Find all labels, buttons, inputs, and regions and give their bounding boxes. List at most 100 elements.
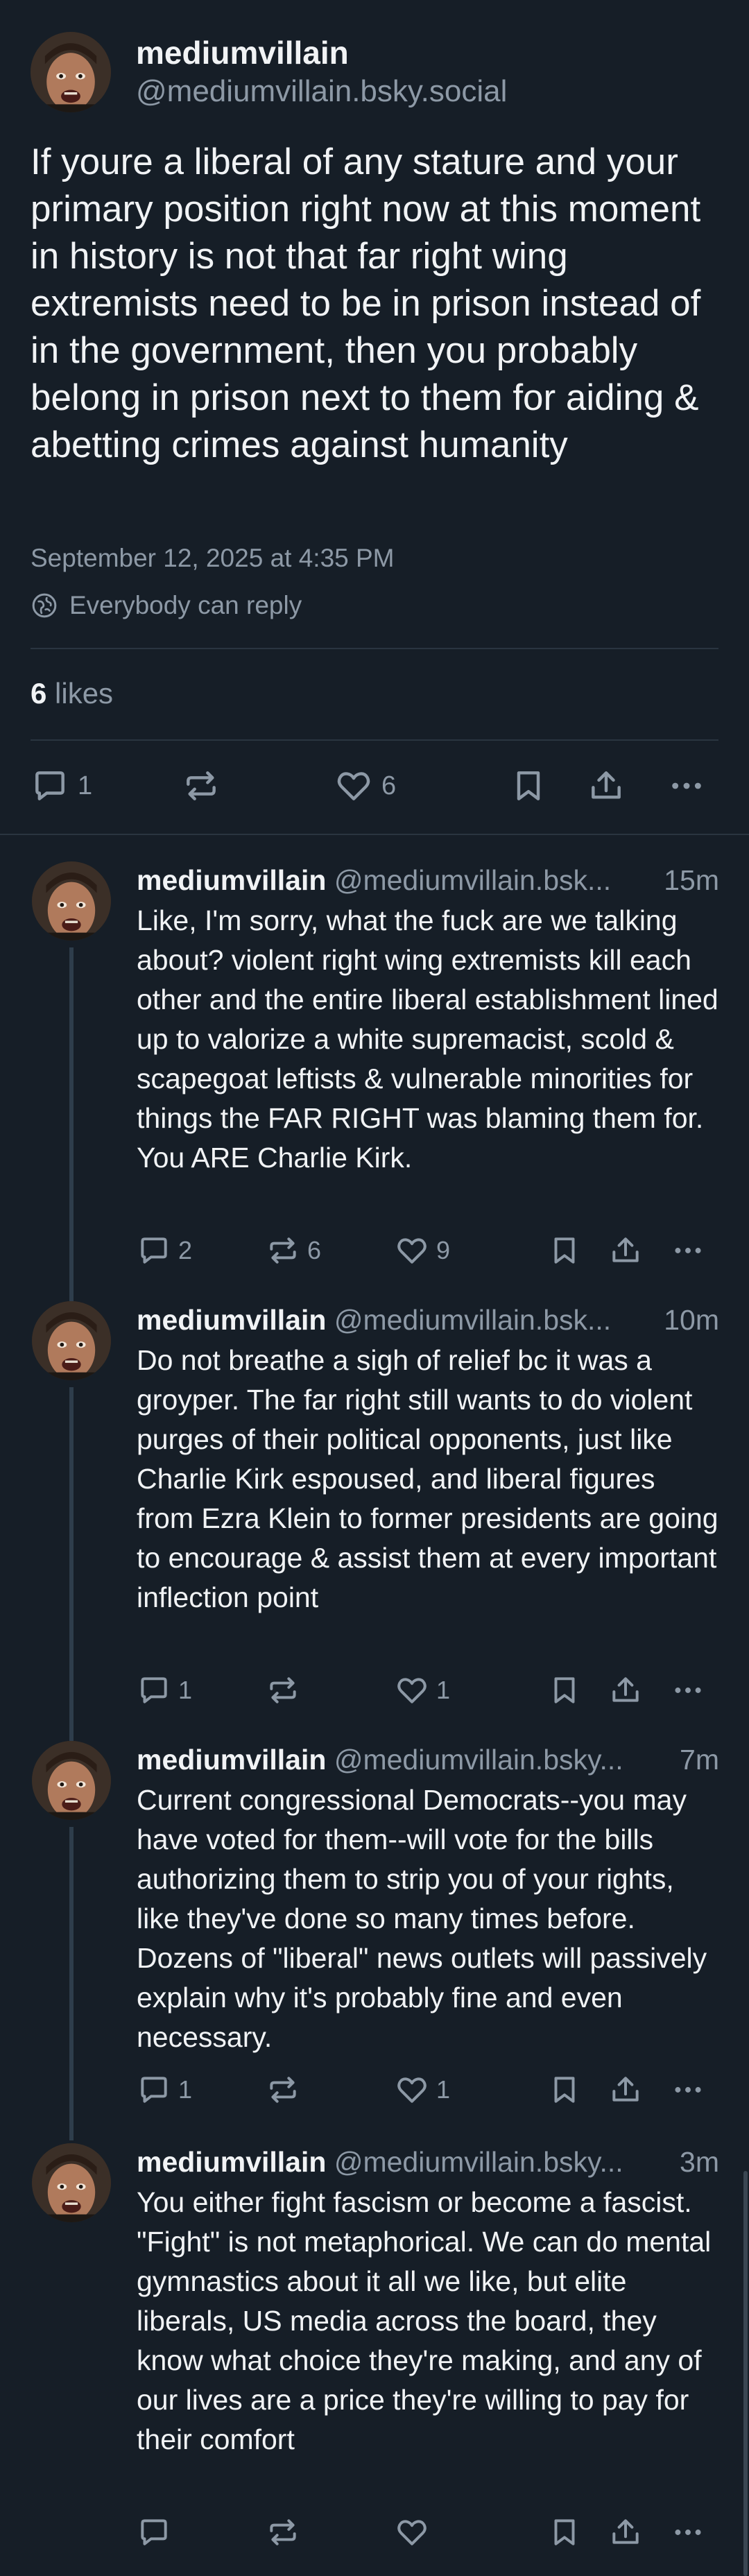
like-count: 6 [381, 771, 397, 800]
scrollbar-thumb[interactable] [743, 2171, 748, 2576]
post-actions: 1 1 [137, 2072, 719, 2109]
repost-arrows-icon [270, 1677, 296, 1703]
bookmark-button[interactable] [547, 1233, 582, 1268]
reply-header: mediumvillain @mediumvillain.bsky... 3m [137, 2143, 719, 2181]
heart-icon [397, 2077, 427, 2103]
more-options-button[interactable] [671, 1673, 705, 1708]
repost-button[interactable]: 6 [266, 1233, 321, 1268]
more-options-button[interactable] [671, 2515, 705, 2550]
post-text: Do not breathe a sigh of relief bc it wa… [137, 1344, 718, 1613]
reply-header: mediumvillain @mediumvillain.bsky... 7m [137, 1741, 719, 1778]
reply-button[interactable] [137, 2515, 178, 2550]
post-text: Like, I'm sorry, what the fuck are we ta… [137, 904, 718, 1174]
thread-line [69, 1387, 74, 1741]
share-button[interactable] [587, 766, 626, 805]
post-time[interactable]: 3m [675, 2143, 719, 2181]
share-button[interactable] [608, 2072, 643, 2107]
likes-count-link[interactable]: 6 likes [31, 677, 113, 710]
like-button[interactable] [395, 2515, 436, 2550]
thread-view: mediumvillain @mediumvillain.bsky.social… [0, 0, 749, 2576]
post-time[interactable]: 7m [675, 1741, 719, 1778]
bookmark-button[interactable] [509, 766, 548, 805]
reply-button[interactable]: 2 [137, 1233, 192, 1268]
handle[interactable]: @mediumvillain.bsk... [334, 1304, 611, 1336]
display-name[interactable]: mediumvillain [137, 1744, 326, 1776]
globe-icon [32, 593, 57, 618]
post-actions: 1 6 [31, 766, 718, 811]
handle[interactable]: @mediumvillain.bsky... [334, 1744, 623, 1776]
speech-bubble-icon [35, 771, 64, 800]
heart-icon [337, 772, 370, 800]
share-button[interactable] [608, 2515, 643, 2550]
post-text: You either fight fascism or become a fas… [137, 2186, 712, 2455]
avatar[interactable] [32, 861, 111, 941]
like-button[interactable]: 1 [395, 1673, 450, 1708]
avatar-image [32, 1301, 111, 1380]
bookmark-icon [554, 1237, 575, 1264]
more-options-button[interactable] [667, 766, 706, 805]
speech-bubble-icon [141, 2077, 167, 2103]
post-actions: 2 6 9 [137, 1233, 719, 1269]
avatar[interactable] [32, 2143, 111, 2222]
avatar-image [31, 32, 111, 112]
more-options-button[interactable] [671, 1233, 705, 1268]
ellipsis-icon [675, 1688, 701, 1693]
handle[interactable]: @mediumvillain.bsky... [334, 2146, 623, 2178]
thread-line [69, 947, 74, 1301]
heart-icon [397, 2520, 427, 2545]
like-button[interactable]: 9 [395, 1233, 450, 1268]
ellipsis-icon [675, 2530, 701, 2535]
like-count: 9 [436, 1236, 451, 1264]
likes-label: likes [55, 677, 114, 710]
reply-setting[interactable]: Everybody can reply [31, 591, 302, 620]
repost-button[interactable] [182, 766, 221, 805]
share-button[interactable] [608, 1233, 643, 1268]
reply-count: 1 [78, 771, 93, 800]
repost-button[interactable] [266, 2515, 307, 2550]
share-upload-icon [612, 2519, 639, 2544]
avatar-image [32, 1741, 111, 1820]
repost-button[interactable] [266, 2072, 307, 2107]
like-count: 1 [436, 1676, 451, 1704]
thread-divider [0, 834, 749, 835]
bookmark-icon [517, 771, 540, 800]
reply-button[interactable]: 1 [137, 2072, 192, 2107]
ellipsis-icon [675, 2087, 701, 2093]
thread-line [69, 1827, 74, 2140]
bookmark-button[interactable] [547, 2072, 582, 2107]
heart-icon [397, 1678, 427, 1703]
ellipsis-icon [672, 782, 701, 789]
display-name[interactable]: mediumvillain [137, 864, 326, 896]
reply-button[interactable]: 1 [137, 1673, 192, 1708]
post-actions: 1 1 [137, 1673, 719, 1709]
display-name[interactable]: mediumvillain [136, 35, 507, 71]
like-button[interactable]: 6 [334, 766, 396, 805]
avatar-image [32, 2143, 111, 2222]
bookmark-button[interactable] [547, 1673, 582, 1708]
bookmark-icon [554, 2519, 575, 2545]
reply-setting-label: Everybody can reply [69, 591, 302, 619]
more-options-button[interactable] [671, 2072, 705, 2107]
reply-header: mediumvillain @mediumvillain.bsk... 15m [137, 861, 719, 899]
repost-button[interactable] [266, 1673, 307, 1708]
bookmark-button[interactable] [547, 2515, 582, 2550]
post-time[interactable]: 15m [660, 861, 719, 899]
repost-arrows-icon [270, 2519, 296, 2545]
reply-count: 1 [178, 1676, 193, 1704]
display-name[interactable]: mediumvillain [137, 1304, 326, 1336]
avatar[interactable] [31, 32, 111, 112]
post-time[interactable]: 10m [660, 1301, 719, 1339]
reply-button[interactable]: 1 [31, 766, 92, 805]
post-text: Current congressional Democrats--you may… [137, 1784, 707, 2053]
handle[interactable]: @mediumvillain.bsky.social [136, 74, 507, 110]
avatar-image [32, 861, 111, 941]
share-button[interactable] [608, 1673, 643, 1708]
avatar[interactable] [32, 1741, 111, 1820]
main-post-author[interactable]: mediumvillain @mediumvillain.bsky.social [31, 32, 507, 112]
speech-bubble-icon [141, 1677, 167, 1703]
reply-count: 1 [178, 2075, 193, 2104]
avatar[interactable] [32, 1301, 111, 1380]
like-button[interactable]: 1 [395, 2072, 450, 2107]
display-name[interactable]: mediumvillain [137, 2146, 326, 2178]
handle[interactable]: @mediumvillain.bsk... [334, 864, 611, 896]
